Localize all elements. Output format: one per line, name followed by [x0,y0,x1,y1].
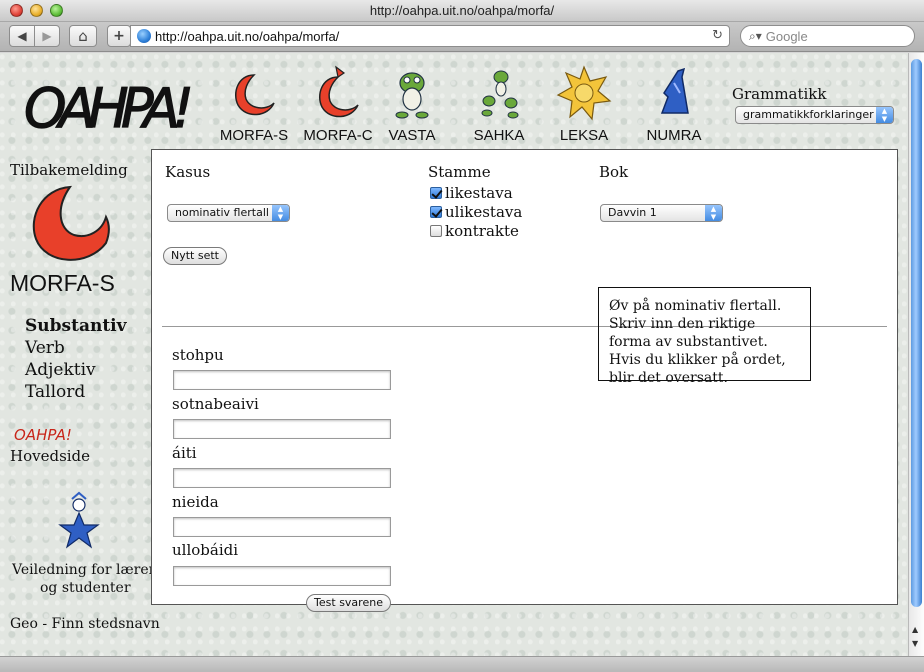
window-titlebar: http://oahpa.uit.no/oahpa/morfa/ [0,0,924,22]
nav-label: MORFA-S [219,127,289,144]
answer-input[interactable] [173,566,391,586]
home-button[interactable]: ⌂ [69,25,97,47]
sidebar-item-adjektiv[interactable]: Adjektiv [25,360,96,380]
nav-numra[interactable]: NUMRA [632,63,716,144]
word-prompt[interactable]: stohpu [172,346,224,364]
back-arrow-icon: ◀ [17,29,27,43]
grammar-label: Grammatikk [732,85,827,103]
nav-label: NUMRA [646,127,702,144]
answer-input[interactable] [173,517,391,537]
window-title: http://oahpa.uit.no/oahpa/morfa/ [369,3,555,18]
nav-vasta[interactable]: VASTA [370,63,454,144]
url-text: http://oahpa.uit.no/oahpa/morfa/ [155,28,340,44]
green-frog-icon [395,72,429,119]
nav-morfa-s[interactable]: MORFA-S [212,63,296,144]
test-answers-button[interactable]: Test svarene [306,594,391,612]
globe-icon [137,29,151,43]
small-oahpa-logo[interactable]: OAHPA! [14,426,72,444]
stem-option-kontrakte[interactable]: kontrakte [430,222,519,240]
feedback-label[interactable]: Tilbakemelding [10,161,128,179]
word-prompt[interactable]: ullobáidi [172,541,238,559]
sidebar-item-tallord[interactable]: Tallord [25,382,85,402]
stem-label: kontrakte [445,222,519,240]
page-viewport: OAHPA! MORFA-S MORFA-C VASTA SAHKA LEKSA… [0,53,908,656]
blue-star-figure-icon [58,491,100,549]
chevron-updown-icon: ▲ ▼ [876,107,893,123]
scrollbar-thumb[interactable] [911,59,922,607]
stamme-label: Stamme [428,163,491,181]
guide-link-line1[interactable]: Veiledning for lærere [12,562,164,578]
search-field[interactable]: ⌕▾ Google [740,25,915,47]
chevron-updown-icon: ▲ ▼ [705,205,722,221]
oahpa-logo[interactable]: OAHPA! [22,75,198,137]
nav-morfa-c[interactable]: MORFA-C [296,63,380,144]
forward-arrow-icon: ▶ [42,29,52,43]
kasus-label: Kasus [165,163,211,181]
exercise-panel: Kasus nominativ flertall ▲ ▼ Stamme likes… [151,149,898,612]
grammar-select-value: grammatikkforklaringer [743,108,874,121]
kasus-select[interactable]: nominativ flertall ▲ ▼ [167,204,290,222]
nav-label: SAHKA [473,127,525,144]
chevron-updown-icon: ▲ ▼ [272,205,289,221]
answer-input[interactable] [173,419,391,439]
red-crescent-icon [234,74,275,116]
sidebar-item-substantiv[interactable]: Substantiv [25,316,127,336]
stem-label: likestava [445,184,513,202]
blue-figure-icon [660,67,689,114]
ulikestava-checkbox[interactable] [430,206,442,218]
stem-label: ulikestava [445,203,523,221]
word-prompt[interactable]: áiti [172,444,197,462]
answer-input[interactable] [173,370,391,390]
scroll-down-icon[interactable]: ▼ [912,639,918,648]
word-prompt[interactable]: nieida [172,493,219,511]
reload-icon[interactable]: ↻ [712,28,723,43]
kontrakte-checkbox[interactable] [430,225,442,237]
home-page-link[interactable]: Hovedside [10,447,90,465]
new-set-button[interactable]: Nytt sett [163,247,227,265]
nav-label: MORFA-C [303,127,373,144]
nav-sahka[interactable]: SAHKA [457,63,541,144]
logo-text: OAHPA! [24,77,194,137]
nav-leksa[interactable]: LEKSA [542,63,626,144]
grammar-select[interactable]: grammatikkforklaringer ▲ ▼ [735,106,894,124]
morfa-s-crescent-icon [32,185,110,261]
frog-pair-icon [481,70,519,119]
forward-button[interactable]: ▶ [34,25,60,47]
home-icon: ⌂ [78,27,88,45]
plus-icon: + [113,28,125,44]
module-title: MORFA-S [10,270,115,296]
likestava-checkbox[interactable] [430,187,442,199]
browser-toolbar: ◀ ▶ ⌂ + http://oahpa.uit.no/oahpa/morfa/… [0,22,924,52]
search-icon: ⌕▾ [749,28,762,43]
add-bookmark-button[interactable]: + [107,25,131,47]
bok-select[interactable]: Davvin 1 ▲ ▼ [600,204,723,222]
stem-option-likestava[interactable]: likestava [430,184,513,202]
search-placeholder: Google [765,28,808,44]
answer-input[interactable] [173,468,391,488]
sidebar-item-verb[interactable]: Verb [25,338,65,358]
back-button[interactable]: ◀ [9,25,35,47]
guide-link-line2[interactable]: og studenter [40,580,131,596]
status-bar [0,656,924,672]
nav-label: VASTA [388,127,436,144]
scroll-up-icon[interactable]: ▲ [912,625,918,634]
vertical-scrollbar[interactable]: ▲ ▼ [908,53,924,656]
word-prompt[interactable]: sotnabeaivi [172,395,259,413]
yellow-sun-icon [556,65,612,121]
red-crescent-leaf-icon [318,65,359,118]
stem-option-ulikestava[interactable]: ulikestava [430,203,522,221]
bok-label: Bok [599,163,629,181]
nav-label: LEKSA [559,127,609,144]
instructions-text: Øv på nominativ flertall. Skriv inn den … [609,298,786,386]
bok-select-value: Davvin 1 [608,206,657,219]
geo-link[interactable]: Geo - Finn stedsnavn [10,616,160,632]
instructions-box: Øv på nominativ flertall. Skriv inn den … [598,287,811,386]
address-bar[interactable]: http://oahpa.uit.no/oahpa/morfa/ ↻ [130,25,730,47]
kasus-select-value: nominativ flertall [175,206,269,219]
